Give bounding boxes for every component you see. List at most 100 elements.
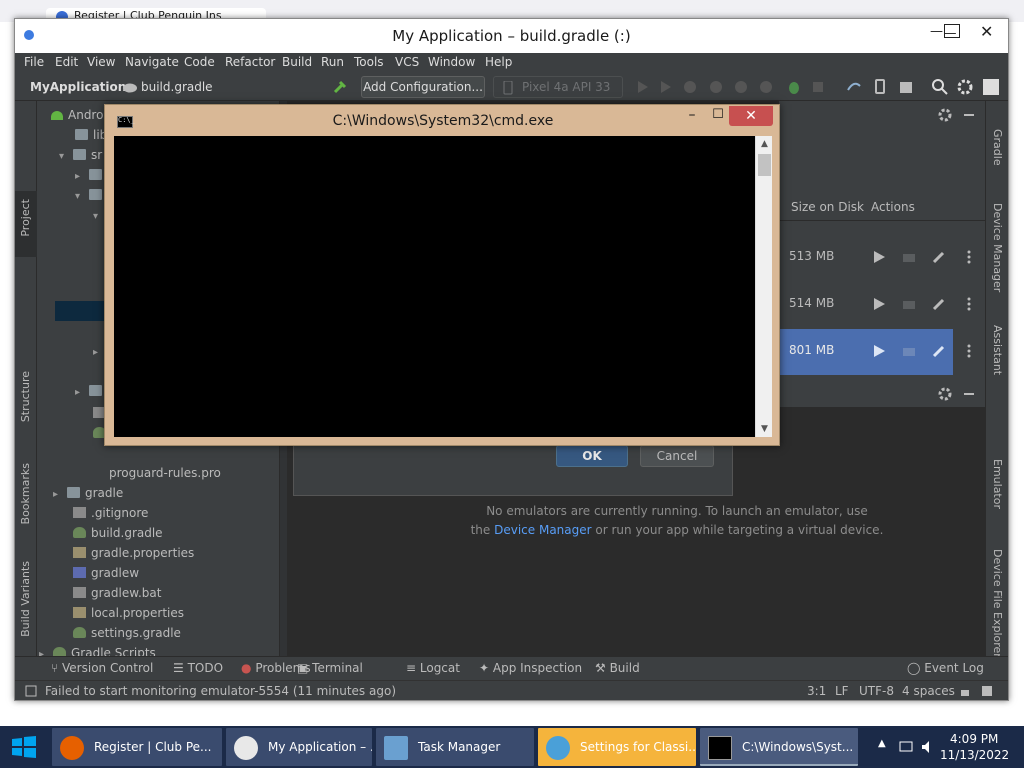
tree-localprops-row[interactable]: local.properties (37, 603, 279, 623)
indent-setting[interactable]: 4 spaces (902, 684, 955, 698)
version-control-tab[interactable]: ⑂ Version Control (51, 661, 153, 675)
start-button[interactable] (0, 726, 48, 768)
rerun-icon[interactable] (657, 78, 675, 96)
menu-window[interactable]: Window (428, 55, 475, 69)
menu-file[interactable]: File (24, 55, 44, 69)
tree-proguard-row[interactable]: proguard-rules.pro (37, 463, 279, 483)
edit-pencil-icon[interactable] (931, 343, 947, 359)
tree-gradlewbat-row[interactable]: gradlew.bat (37, 583, 279, 603)
settings-gear-icon[interactable] (956, 78, 974, 96)
event-log-tab[interactable]: ◯ Event Log (907, 661, 984, 675)
edit-pencil-icon[interactable] (931, 296, 947, 312)
cursor-position[interactable]: 3:1 (807, 684, 826, 698)
build-variants-tool-tab[interactable]: Build Variants (19, 561, 32, 637)
bookmarks-tool-tab[interactable]: Bookmarks (19, 463, 32, 524)
show-hidden-icons-icon[interactable]: ▲ (878, 738, 886, 749)
emulator-tool-tab[interactable]: Emulator (991, 459, 1004, 509)
status-message[interactable]: Failed to start monitoring emulator-5554… (45, 684, 396, 698)
project-tool-tab[interactable]: Project (15, 191, 37, 257)
menu-build[interactable]: Build (282, 55, 312, 69)
build-hammer-icon[interactable] (332, 79, 348, 95)
file-encoding[interactable]: UTF-8 (859, 684, 894, 698)
apply-changes-icon[interactable] (757, 78, 775, 96)
column-size-on-disk[interactable]: Size on Disk (791, 200, 864, 214)
menu-run[interactable]: Run (321, 55, 344, 69)
lock-icon[interactable] (959, 685, 971, 697)
terminal-tab[interactable]: ▣ Terminal (297, 661, 363, 675)
logcat-tab[interactable]: ≡ Logcat (406, 661, 460, 675)
chevron-down-icon[interactable]: ▾ (59, 147, 73, 167)
chevron-right-icon[interactable]: ▸ (75, 383, 89, 403)
network-icon[interactable] (898, 739, 914, 755)
menu-edit[interactable]: Edit (55, 55, 78, 69)
stop-icon[interactable] (809, 78, 827, 96)
cmd-close-button[interactable]: ✕ (729, 106, 773, 126)
settings-gear-icon[interactable] (937, 107, 953, 123)
volume-icon[interactable] (920, 739, 936, 755)
chevron-down-icon[interactable]: ▾ (75, 187, 89, 207)
tree-gradle-row[interactable]: ▸ gradle (37, 483, 279, 503)
tree-gradleprops-row[interactable]: gradle.properties (37, 543, 279, 563)
hide-panel-icon[interactable] (961, 386, 977, 402)
debug-icon[interactable] (681, 78, 699, 96)
account-avatar-icon[interactable] (982, 78, 1000, 96)
cmd-scrollbar[interactable]: ▲ ▼ (755, 136, 772, 437)
attach-debugger-icon[interactable] (732, 78, 750, 96)
task-android-studio[interactable]: My Application – ... (226, 728, 372, 766)
build-tab[interactable]: ⚒ Build (595, 661, 640, 675)
menu-vcs[interactable]: VCS (395, 55, 419, 69)
more-vertical-icon[interactable] (961, 343, 977, 359)
launch-play-icon[interactable] (871, 296, 887, 312)
breadcrumb-file[interactable]: build.gradle (141, 80, 213, 94)
task-task-manager[interactable]: Task Manager (376, 728, 534, 766)
profile-icon[interactable] (707, 78, 725, 96)
more-vertical-icon[interactable] (961, 249, 977, 265)
edit-pencil-icon[interactable] (931, 249, 947, 265)
add-configuration-button[interactable]: Add Configuration... (361, 76, 485, 98)
task-firefox[interactable]: Register | Club Pe... (52, 728, 222, 766)
cmd-minimize-button[interactable]: – (679, 107, 705, 127)
ok-button[interactable]: OK (556, 445, 628, 467)
menu-refactor[interactable]: Refactor (225, 55, 275, 69)
menu-view[interactable]: View (87, 55, 115, 69)
assistant-tool-tab[interactable]: Assistant (991, 325, 1004, 375)
device-manager-icon[interactable] (871, 78, 889, 96)
chevron-right-icon[interactable]: ▸ (75, 167, 89, 187)
task-cmd[interactable]: C:\Windows\Syst... (700, 728, 858, 766)
device-row[interactable]: 513 MB (779, 235, 985, 281)
menu-code[interactable]: Code (184, 55, 215, 69)
structure-tool-tab[interactable]: Structure (19, 371, 32, 422)
ide-maximize-button[interactable] (944, 24, 960, 38)
tree-gitignore-row[interactable]: .gitignore (37, 503, 279, 523)
chevron-right-icon[interactable]: ▸ (39, 645, 53, 656)
breadcrumb-project[interactable]: MyApplication (30, 80, 126, 94)
ide-close-button[interactable]: ✕ (980, 22, 993, 41)
tree-gradlew-row[interactable]: gradlew (37, 563, 279, 583)
tree-settings-row[interactable]: settings.gradle (37, 623, 279, 643)
more-vertical-icon[interactable] (961, 296, 977, 312)
device-file-explorer-tool-tab[interactable]: Device File Explorer (991, 549, 1004, 658)
device-manager-link[interactable]: Device Manager (494, 523, 591, 537)
folder-icon[interactable] (901, 296, 917, 312)
chevron-right-icon[interactable]: ▸ (53, 485, 67, 505)
task-settings[interactable]: Settings for Classi... (538, 728, 696, 766)
device-manager-tool-tab[interactable]: Device Manager (991, 203, 1004, 292)
cmd-console-area[interactable] (114, 136, 755, 437)
scroll-down-arrow-icon[interactable]: ▼ (756, 421, 773, 437)
cmd-maximize-button[interactable]: ☐ (705, 107, 731, 127)
folder-icon[interactable] (901, 343, 917, 359)
cancel-button[interactable]: Cancel (640, 445, 714, 467)
menu-navigate[interactable]: Navigate (125, 55, 179, 69)
search-icon[interactable] (931, 78, 949, 96)
scroll-thumb[interactable] (758, 154, 771, 176)
folder-icon[interactable] (901, 249, 917, 265)
scroll-up-arrow-icon[interactable]: ▲ (756, 136, 773, 152)
tree-gradle-scripts-row[interactable]: ▸ Gradle Scripts (37, 643, 279, 656)
settings-gear-icon[interactable] (937, 386, 953, 402)
line-separator[interactable]: LF (835, 684, 849, 698)
tree-buildgradle-row[interactable]: build.gradle (37, 523, 279, 543)
clock-date[interactable]: 11/13/2022 (940, 748, 1009, 762)
run-icon[interactable] (634, 78, 652, 96)
bug-icon[interactable] (785, 78, 803, 96)
menu-tools[interactable]: Tools (354, 55, 384, 69)
